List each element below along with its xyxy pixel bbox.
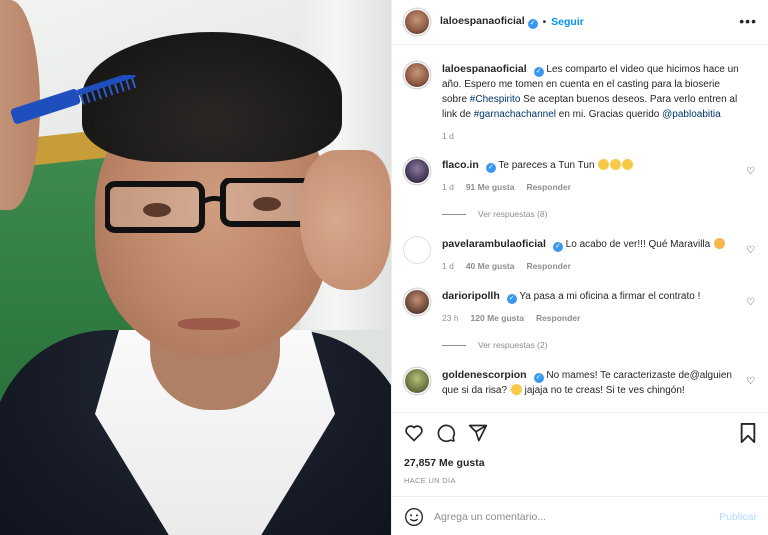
comment-body: goldenescorpion ✓ No mames! Te caracteriz… bbox=[442, 368, 742, 398]
comment-username[interactable]: pavelarambulaoficial bbox=[442, 238, 546, 250]
comment-username[interactable]: flaco.in bbox=[442, 159, 479, 171]
comment-meta: 1 d 40 Me gusta Responder bbox=[442, 261, 742, 271]
verified-badge-icon: ✓ bbox=[485, 163, 496, 173]
comment-time[interactable]: 1 d bbox=[442, 182, 454, 192]
comment-username[interactable]: darioripollh bbox=[442, 290, 500, 302]
caption-time[interactable]: 1 d bbox=[442, 131, 454, 141]
caption-text: laloespanaoficial ✓ Les comparto el video… bbox=[442, 62, 742, 122]
avatar[interactable] bbox=[404, 9, 430, 35]
post-sidebar: laloespanaoficial ✓ • Seguir ••• laloespa… bbox=[391, 0, 768, 535]
view-replies-button[interactable]: Ver respuestas (2) bbox=[442, 340, 757, 350]
post-timestamp[interactable]: HACE UN DÍA bbox=[404, 476, 456, 485]
mention-link[interactable]: @pabloabitia bbox=[662, 109, 721, 120]
comb-icon bbox=[10, 75, 137, 124]
header-username[interactable]: laloespanaoficial bbox=[440, 15, 525, 27]
reply-button[interactable]: Responder bbox=[526, 261, 570, 271]
emoji-icon[interactable] bbox=[404, 507, 424, 527]
comment-meta: 1 d 91 Me gusta Responder bbox=[442, 182, 742, 192]
caption-body: laloespanaoficial ✓ Les comparto el video… bbox=[442, 62, 742, 141]
view-replies-label: Ver respuestas (2) bbox=[478, 340, 548, 350]
view-replies-button[interactable]: Ver respuestas (8) bbox=[442, 209, 757, 219]
post-photo[interactable] bbox=[0, 0, 391, 535]
share-icon[interactable] bbox=[468, 423, 488, 443]
laughing-emoji-icon bbox=[622, 159, 634, 170]
comment-icon[interactable] bbox=[436, 423, 456, 443]
caption-username[interactable]: laloespanaoficial bbox=[442, 63, 527, 75]
avatar[interactable] bbox=[404, 368, 430, 394]
heart-icon[interactable]: ♡ bbox=[746, 297, 755, 308]
comment-username[interactable]: goldenescorpion bbox=[442, 369, 527, 381]
add-comment-bar: Publicar bbox=[392, 496, 768, 535]
comment-body: pavelarambulaoficial ✓ Lo acabo de ver!!!… bbox=[442, 237, 742, 271]
verified-badge-icon: ✓ bbox=[506, 294, 517, 304]
screaming-emoji-icon bbox=[713, 238, 725, 249]
verified-badge-icon: ✓ bbox=[552, 242, 563, 252]
publish-button[interactable]: Publicar bbox=[719, 511, 757, 523]
header-username-wrap: laloespanaoficial ✓ bbox=[440, 15, 538, 29]
laughing-emoji-icon bbox=[510, 384, 522, 395]
heart-icon[interactable]: ♡ bbox=[746, 376, 755, 387]
verified-badge-icon: ✓ bbox=[533, 67, 544, 77]
instagram-post: laloespanaoficial ✓ • Seguir ••• laloespa… bbox=[0, 0, 768, 535]
comment-item: flaco.in ✓ Te pareces a Tun Tun 1 d 91 Me… bbox=[404, 158, 757, 192]
bookmark-icon[interactable] bbox=[739, 423, 757, 443]
comments-list[interactable]: laloespanaoficial ✓ Les comparto el video… bbox=[392, 46, 768, 411]
laughing-emoji-icon bbox=[598, 159, 610, 170]
comment-likes[interactable]: 91 Me gusta bbox=[466, 182, 515, 192]
action-icons bbox=[404, 423, 488, 443]
photo-mouth bbox=[178, 318, 240, 330]
comment-meta: 23 h 120 Me gusta Responder bbox=[442, 313, 742, 323]
heart-icon[interactable]: ♡ bbox=[746, 245, 755, 256]
comment-item: pavelarambulaoficial ✓ Lo acabo de ver!!!… bbox=[404, 237, 757, 271]
view-replies-label: Ver respuestas (8) bbox=[478, 209, 548, 219]
photo-hand bbox=[300, 150, 391, 290]
comment-message-end: jajaja no te creas! Si te ves chingón! bbox=[524, 385, 685, 396]
follow-button[interactable]: Seguir bbox=[551, 16, 584, 28]
comment-item: darioripollh ✓ Ya pasa a mi oficina a fir… bbox=[404, 289, 757, 323]
comment-likes[interactable]: 40 Me gusta bbox=[466, 261, 515, 271]
more-horizontal-icon[interactable]: ••• bbox=[739, 14, 757, 28]
avatar[interactable] bbox=[404, 237, 430, 263]
caption-text-part: en mi. Gracias querido bbox=[558, 109, 660, 120]
comment-item: goldenescorpion ✓ No mames! Te caracteriz… bbox=[404, 368, 757, 398]
reply-button[interactable]: Responder bbox=[536, 313, 580, 323]
comment-message: Lo acabo de ver!!! Qué Maravilla bbox=[565, 239, 711, 250]
avatar[interactable] bbox=[404, 158, 430, 184]
heart-icon[interactable] bbox=[404, 423, 424, 443]
verified-badge-icon: ✓ bbox=[533, 373, 544, 383]
comment-body: darioripollh ✓ Ya pasa a mi oficina a fir… bbox=[442, 289, 742, 323]
comment-body: flaco.in ✓ Te pareces a Tun Tun 1 d 91 Me… bbox=[442, 158, 742, 192]
comment-time[interactable]: 23 h bbox=[442, 313, 459, 323]
post-header: laloespanaoficial ✓ • Seguir ••• bbox=[392, 0, 768, 45]
comment-message: Te pareces a Tun Tun bbox=[498, 160, 595, 171]
caption-meta: 1 d bbox=[442, 131, 742, 141]
replies-divider bbox=[442, 213, 466, 215]
replies-divider bbox=[442, 344, 466, 346]
comment-text: darioripollh ✓ Ya pasa a mi oficina a fir… bbox=[442, 289, 742, 304]
comment-text: goldenescorpion ✓ No mames! Te caracteriz… bbox=[442, 368, 742, 398]
likes-count[interactable]: 27,857 Me gusta bbox=[404, 457, 485, 469]
hashtag-link[interactable]: #garnachachannel bbox=[474, 109, 556, 120]
comment-text: flaco.in ✓ Te pareces a Tun Tun bbox=[442, 158, 742, 173]
hashtag-link[interactable]: #Chespirito bbox=[470, 94, 521, 105]
reply-button[interactable]: Responder bbox=[526, 182, 570, 192]
avatar[interactable] bbox=[404, 289, 430, 315]
comment-time[interactable]: 1 d bbox=[442, 261, 454, 271]
comment-message: Ya pasa a mi oficina a firmar el contrat… bbox=[519, 291, 701, 302]
verified-badge-icon: ✓ bbox=[527, 19, 538, 29]
comment-input[interactable] bbox=[434, 510, 720, 523]
caption: laloespanaoficial ✓ Les comparto el video… bbox=[404, 62, 757, 141]
comment-likes[interactable]: 120 Me gusta bbox=[471, 313, 524, 323]
header-separator: • bbox=[542, 16, 547, 28]
avatar[interactable] bbox=[404, 62, 430, 88]
laughing-emoji-icon bbox=[610, 159, 622, 170]
photo-glasses bbox=[105, 178, 318, 233]
comment-text: pavelarambulaoficial ✓ Lo acabo de ver!!!… bbox=[442, 237, 742, 252]
heart-icon[interactable]: ♡ bbox=[746, 166, 755, 177]
post-actions: 27,857 Me gusta HACE UN DÍA Publicar bbox=[392, 412, 768, 535]
